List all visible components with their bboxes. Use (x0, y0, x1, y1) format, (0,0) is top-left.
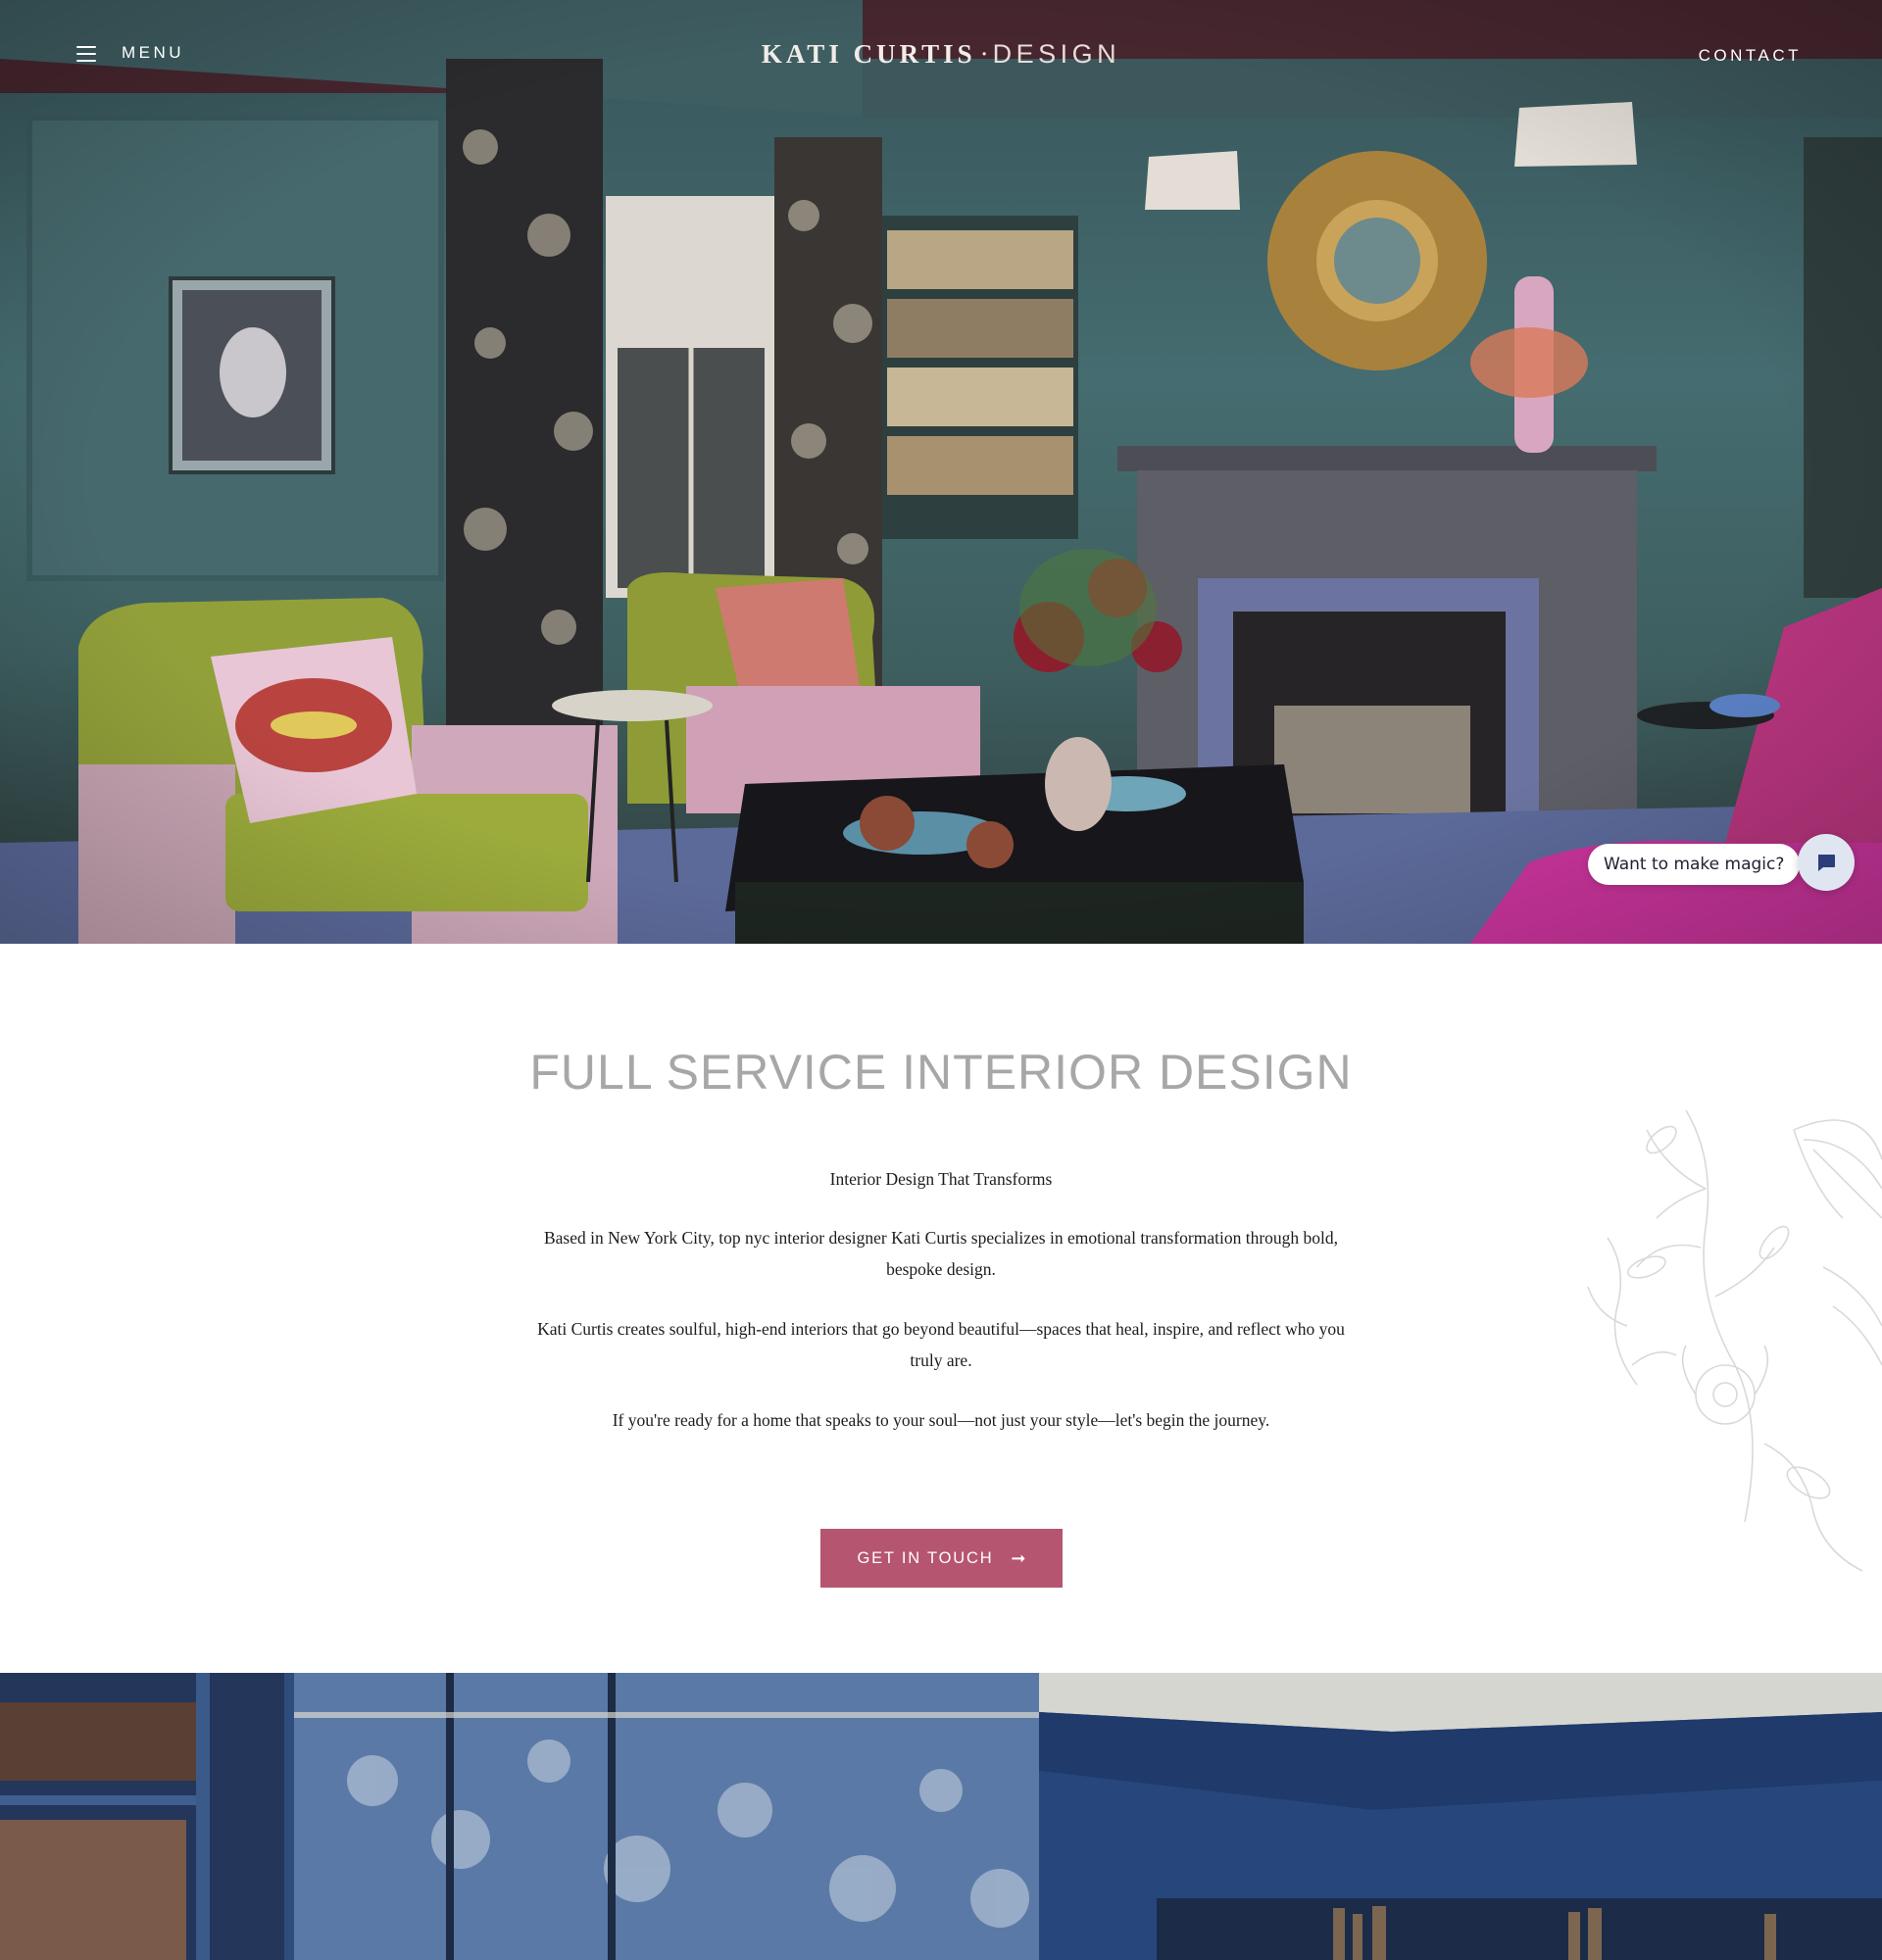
chat-prompt-bubble[interactable]: Want to make magic? (1588, 844, 1801, 885)
intro-section: FULL SERVICE INTERIOR DESIGN Interior De… (0, 944, 1882, 1673)
site-logo[interactable]: KATI CURTIS · DESIGN (0, 39, 1882, 70)
contact-link[interactable]: CONTACT (1699, 46, 1802, 66)
intro-paragraph: If you're ready for a home that speaks t… (612, 1410, 1270, 1430)
chat-launcher-button[interactable] (1798, 834, 1855, 891)
living-room-photo (0, 0, 1882, 944)
arrow-right-icon: ➞ (1011, 1547, 1026, 1568)
logo-suffix: DESIGN (992, 39, 1121, 69)
intro-paragraph: Kati Curtis creates soulful, high-end in… (537, 1319, 1345, 1370)
floral-illustration (1587, 1109, 1882, 1572)
hero-image: MENU KATI CURTIS · DESIGN CONTACT Want to … (0, 0, 1882, 944)
get-in-touch-button[interactable]: GET IN TOUCH ➞ (820, 1529, 1063, 1588)
library-photo (0, 1673, 1882, 1960)
get-in-touch-label: GET IN TOUCH (857, 1548, 994, 1567)
logo-separator: · (979, 39, 989, 69)
tagline: Interior Design That Transforms (829, 1169, 1053, 1189)
chat-icon (1818, 855, 1835, 871)
top-navigation: MENU KATI CURTIS · DESIGN CONTACT (0, 0, 1882, 113)
intro-paragraph: Based in New York City, top nyc interior… (543, 1228, 1339, 1279)
library-image (0, 1673, 1882, 1960)
section-heading: FULL SERVICE INTERIOR DESIGN (529, 1045, 1353, 1100)
logo-name: KATI CURTIS (761, 39, 976, 69)
